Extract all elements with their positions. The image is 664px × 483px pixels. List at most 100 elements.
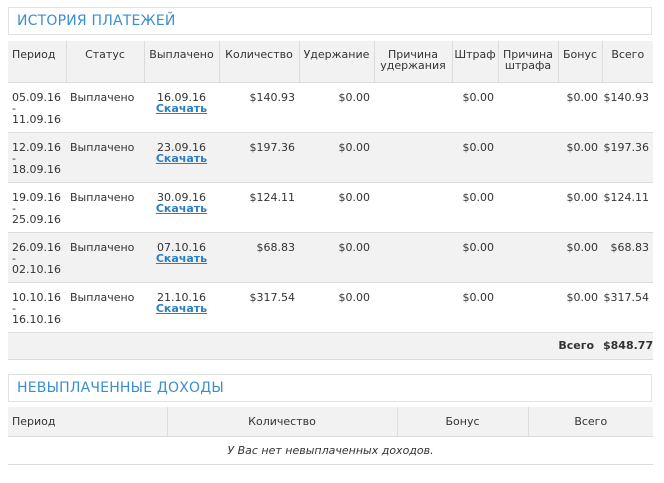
period-start: 19.09.16 <box>12 190 61 204</box>
unpaid-header-amount[interactable]: Количество <box>167 407 398 437</box>
payment-history-table: Период Статус Выплачено Количество Удерж… <box>8 41 653 360</box>
table-row: 19.09.16-25.09.16 Выплачено 30.09.16 Скачат… <box>8 182 653 233</box>
unpaid-header-total[interactable]: Всего <box>528 407 653 437</box>
paid-cell: 23.09.16 Скачать <box>144 132 219 183</box>
paid-cell: 16.09.16 Скачать <box>144 82 219 133</box>
table-row: 05.09.16-11.09.16 Выплачено 16.09.16 Скачат… <box>8 82 653 133</box>
table-row: 12.09.16-18.09.16 Выплачено 23.09.16 Скачат… <box>8 132 653 183</box>
header-paid[interactable]: Выплачено <box>144 41 220 83</box>
total-cell: $124.11 <box>602 182 653 233</box>
period-cell: 26.09.16-02.10.16 <box>8 232 66 283</box>
grand-total-row: Всего $848.77 <box>8 332 653 360</box>
paid-date: 30.09.16 <box>157 190 206 204</box>
bonus-cell: $0.00 <box>558 132 602 183</box>
penalty-reason-cell <box>498 232 558 283</box>
period-start: 05.09.16 <box>12 90 61 104</box>
period-cell: 19.09.16-25.09.16 <box>8 182 66 233</box>
header-deduction-reason-line2: удержания <box>380 59 446 72</box>
status-cell: Выплачено <box>66 82 144 133</box>
period-end: 25.09.16 <box>12 212 61 226</box>
period-separator: - <box>12 151 16 165</box>
period-separator: - <box>12 201 16 215</box>
amount-cell: $124.11 <box>219 182 299 233</box>
header-deduction-reason[interactable]: Причина удержания <box>374 41 453 83</box>
deduction-cell: $0.00 <box>299 82 374 133</box>
deduction-reason-cell <box>374 232 452 283</box>
paid-cell: 21.10.16 Скачать <box>144 282 219 333</box>
unpaid-empty-message: У Вас нет невыплаченных доходов. <box>8 436 653 465</box>
header-amount[interactable]: Количество <box>219 41 300 83</box>
amount-cell: $197.36 <box>219 132 299 183</box>
total-cell: $140.93 <box>602 82 653 133</box>
download-link[interactable]: Скачать <box>145 103 218 114</box>
penalty-cell: $0.00 <box>452 82 498 133</box>
penalty-cell: $0.00 <box>452 282 498 333</box>
unpaid-header-row: Период Количество Бонус Всего <box>8 407 653 437</box>
period-separator: - <box>12 301 16 315</box>
unpaid-income-title: Невыплаченные доходы <box>8 374 652 402</box>
header-penalty-reason-line2: штрафа <box>504 59 552 72</box>
unpaid-header-period[interactable]: Период <box>8 407 168 437</box>
penalty-reason-cell <box>498 82 558 133</box>
period-end: 02.10.16 <box>12 262 61 276</box>
unpaid-header-bonus[interactable]: Бонус <box>397 407 529 437</box>
paid-cell: 30.09.16 Скачать <box>144 182 219 233</box>
deduction-reason-cell <box>374 132 452 183</box>
paid-date: 16.09.16 <box>157 90 206 104</box>
deduction-cell: $0.00 <box>299 232 374 283</box>
grand-total-label: Всего <box>8 332 602 360</box>
period-end: 11.09.16 <box>12 112 61 126</box>
amount-cell: $317.54 <box>219 282 299 333</box>
header-bonus[interactable]: Бонус <box>558 41 603 83</box>
download-link[interactable]: Скачать <box>145 203 218 214</box>
penalty-cell: $0.00 <box>452 132 498 183</box>
unpaid-empty-row: У Вас нет невыплаченных доходов. <box>8 436 653 465</box>
penalty-cell: $0.00 <box>452 182 498 233</box>
status-cell: Выплачено <box>66 232 144 283</box>
download-link[interactable]: Скачать <box>145 303 218 314</box>
total-cell: $68.83 <box>602 232 653 283</box>
penalty-cell: $0.00 <box>452 232 498 283</box>
period-start: 12.09.16 <box>12 140 61 154</box>
deduction-reason-cell <box>374 82 452 133</box>
penalty-reason-cell <box>498 182 558 233</box>
header-penalty[interactable]: Штраф <box>452 41 499 83</box>
period-separator: - <box>12 251 16 265</box>
period-start: 26.09.16 <box>12 240 61 254</box>
download-link[interactable]: Скачать <box>145 253 218 264</box>
paid-cell: 07.10.16 Скачать <box>144 232 219 283</box>
deduction-reason-cell <box>374 282 452 333</box>
period-end: 18.09.16 <box>12 162 61 176</box>
payment-history-title: История платежей <box>8 7 652 35</box>
status-cell: Выплачено <box>66 282 144 333</box>
unpaid-income-table: Период Количество Бонус Всего У Вас нет … <box>8 407 653 465</box>
period-end: 16.10.16 <box>12 312 61 326</box>
period-cell: 12.09.16-18.09.16 <box>8 132 66 183</box>
period-separator: - <box>12 101 16 115</box>
header-total[interactable]: Всего <box>602 41 653 83</box>
download-link[interactable]: Скачать <box>145 153 218 164</box>
status-cell: Выплачено <box>66 132 144 183</box>
amount-cell: $140.93 <box>219 82 299 133</box>
period-start: 10.10.16 <box>12 290 61 304</box>
bonus-cell: $0.00 <box>558 182 602 233</box>
header-period[interactable]: Период <box>8 41 67 83</box>
deduction-cell: $0.00 <box>299 132 374 183</box>
deduction-reason-cell <box>374 182 452 233</box>
total-cell: $197.36 <box>602 132 653 183</box>
header-deduction[interactable]: Удержание <box>299 41 375 83</box>
table-row: 10.10.16-16.10.16 Выплачено 21.10.16 Скачат… <box>8 282 653 333</box>
payment-history-header-row: Период Статус Выплачено Количество Удерж… <box>8 41 653 83</box>
deduction-cell: $0.00 <box>299 182 374 233</box>
status-cell: Выплачено <box>66 182 144 233</box>
grand-total-value: $848.77 <box>602 332 653 360</box>
deduction-cell: $0.00 <box>299 282 374 333</box>
paid-date: 23.09.16 <box>157 140 206 154</box>
header-status[interactable]: Статус <box>66 41 145 83</box>
paid-date: 21.10.16 <box>157 290 206 304</box>
bonus-cell: $0.00 <box>558 82 602 133</box>
amount-cell: $68.83 <box>219 232 299 283</box>
table-row: 26.09.16-02.10.16 Выплачено 07.10.16 Скачат… <box>8 232 653 283</box>
header-penalty-reason[interactable]: Причина штрафа <box>498 41 559 83</box>
total-cell: $317.54 <box>602 282 653 333</box>
